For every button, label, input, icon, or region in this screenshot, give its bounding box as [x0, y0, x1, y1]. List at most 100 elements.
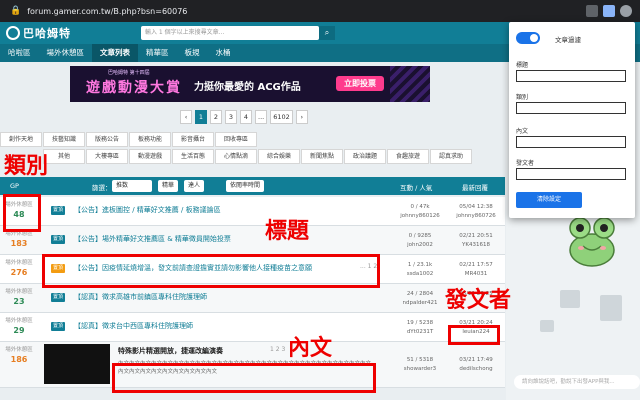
category-button[interactable]: 政治議題: [344, 149, 386, 164]
chat-input[interactable]: 請向誰說話吧，勸說下出發APP與我...: [514, 375, 640, 389]
pinned-badge: 置頂: [51, 322, 66, 331]
filter-button[interactable]: 精華: [158, 180, 179, 192]
page-link[interactable]: 2: [210, 110, 222, 124]
category-button[interactable]: 技藝知識: [43, 132, 85, 147]
pinned-badge: 置頂: [51, 235, 66, 244]
category-button[interactable]: 回收專區: [215, 132, 257, 147]
last-reply[interactable]: 02/21 17:57 MR4031: [452, 261, 500, 279]
profile-icon[interactable]: [620, 5, 632, 17]
prev-page-button[interactable]: ‹: [180, 110, 192, 124]
page-link[interactable]: 4: [240, 110, 252, 124]
category-button[interactable]: 大樓專區: [86, 149, 128, 164]
interact-stat: 51 / 5318 showarder3: [403, 357, 437, 372]
body-filter-input[interactable]: [516, 136, 626, 148]
category-button[interactable]: 其他: [43, 149, 85, 164]
banner-title: 遊戲動漫大賞: [86, 80, 182, 96]
promo-banner[interactable]: 巴哈姆特 第十四屆 遊戲動漫大賞 力挺你最愛的 ACG作品 立即投票: [70, 66, 430, 102]
category-button[interactable]: 綜合娛樂: [258, 149, 300, 164]
blurred-user: [600, 295, 622, 321]
topic-title[interactable]: 【認真】徵求台中西區專科住院護理師: [74, 321, 193, 331]
blurred-user: [540, 320, 554, 332]
nav-item[interactable]: 場外休憩區: [39, 44, 93, 62]
filter-button[interactable]: 依閱率時間: [226, 180, 265, 192]
nav-item[interactable]: 哈啦區: [0, 44, 39, 62]
interact-column-header: 互動 / 人氣: [400, 184, 433, 192]
list-header: GP 篩選： 推数 精華 達人 依閱率時間 互動 / 人氣 最新回覆: [0, 177, 505, 195]
title-filter-input[interactable]: [516, 70, 626, 82]
page-link[interactable]: 6102: [270, 110, 293, 124]
browser-toolbar: 🔒 forum.gamer.com.tw/B.php?bsn=60076: [0, 0, 640, 22]
gp-cell: 場外休憩區 186: [5, 347, 33, 364]
last-reply-column-header: 最新回覆: [462, 184, 488, 192]
page-link[interactable]: 3: [225, 110, 237, 124]
address-bar[interactable]: forum.gamer.com.tw/B.php?bsn=60076: [27, 7, 187, 16]
category-button[interactable]: 認真求助: [430, 149, 472, 164]
vote-button[interactable]: 立即投票: [336, 76, 384, 91]
topic-row[interactable]: 場外休憩區 48 置頂 【公告】進板圖控 / 精華好文推薦 / 板務議論區 0 /…: [0, 197, 505, 226]
topic-row[interactable]: 場外休憩區 183 置頂 【公告】場外精華好文推薦區 & 精華徵員開始投票 0 /…: [0, 226, 505, 255]
category-button[interactable]: 板務功能: [129, 132, 171, 147]
last-reply[interactable]: 02/21 20:51 YK431618: [452, 232, 500, 250]
category-button[interactable]: 新聞焦點: [301, 149, 343, 164]
banner-slogan: 力挺你最愛的 ACG作品: [194, 82, 301, 93]
extension-icon[interactable]: [586, 5, 598, 17]
clear-settings-button[interactable]: 清除設定: [516, 192, 582, 208]
topic-title[interactable]: 【公告】場外精華好文推薦區 & 精華徵員開始投票: [74, 234, 231, 244]
last-reply[interactable]: 05/04 12:38 johnny860726: [452, 203, 500, 221]
topic-page-links[interactable]: 1 2 3: [270, 346, 285, 353]
author-filter-input[interactable]: [516, 168, 626, 180]
field-label: 標題: [516, 62, 529, 69]
nav-item-active[interactable]: 文章列表: [92, 44, 138, 62]
annotation-title-box: [42, 254, 380, 288]
blurred-user: [560, 290, 580, 308]
filter-toggle[interactable]: [516, 32, 540, 44]
extension-icon[interactable]: [603, 5, 615, 17]
gp-cell: 場外休憩區 29: [5, 318, 33, 335]
search-input[interactable]: 輸入 1 個字以上來搜尋文章...: [141, 26, 319, 40]
search-icon[interactable]: ⌕: [319, 26, 335, 40]
toggle-knob: [530, 34, 538, 42]
pinned-badge: 置頂: [51, 206, 66, 215]
field-label: 類別: [516, 94, 529, 101]
topic-row[interactable]: 場外休憩區 23 置頂 【認真】徵求高雄市前鎮區專科住院護理師 24 / 2804…: [0, 284, 505, 313]
category-button[interactable]: 版務公告: [86, 132, 128, 147]
logo-icon: [6, 26, 20, 40]
nav-item[interactable]: 板規: [177, 44, 208, 62]
topic-thumbnail[interactable]: [44, 344, 110, 384]
category-button[interactable]: 影音攝台: [172, 132, 214, 147]
filter-popup: 文章過濾 標題 類別 內文 發文者 清除設定: [509, 22, 635, 218]
page-link[interactable]: 1: [195, 110, 207, 124]
last-reply[interactable]: 03/21 17:49 dedilschong: [452, 356, 500, 374]
nav-item[interactable]: 水桶: [208, 44, 239, 62]
gp-column-header[interactable]: GP: [10, 182, 19, 190]
frog-mascot-icon: [569, 217, 615, 267]
interact-stat: 0 / 9285 john2002: [407, 233, 433, 248]
field-label: 內文: [516, 128, 529, 135]
next-page-button[interactable]: ›: [295, 110, 308, 124]
site-logo[interactable]: 巴哈姆特: [6, 25, 71, 41]
topic-title[interactable]: 【公告】進板圖控 / 精華好文推薦 / 板務議論區: [74, 205, 221, 215]
gp-cell: 場外休憩區 23: [5, 289, 33, 306]
category-button[interactable]: 動漫遊戲: [129, 149, 171, 164]
annotation-author-label: 發文者: [445, 288, 512, 313]
field-label: 發文者: [516, 160, 535, 167]
nav-item[interactable]: 精華區: [138, 44, 177, 62]
pinned-badge: 置頂: [51, 293, 66, 302]
category-button[interactable]: 心情點滴: [215, 149, 257, 164]
annotation-category-box: [3, 194, 41, 232]
category-button[interactable]: 食趣旅遊: [387, 149, 429, 164]
banner-decoration: [390, 66, 430, 102]
topic-row[interactable]: 場外休憩區 29 置頂 【認真】徵求台中西區專科住院護理師 19 / 5238 dY…: [0, 313, 505, 342]
toggle-label: 文章過濾: [555, 36, 581, 44]
banner-subtitle: 巴哈姆特 第十四屆: [108, 70, 150, 76]
sort-select[interactable]: 推数: [112, 180, 152, 192]
topic-title[interactable]: 特殊影片精選開放，捷運改編演奏: [118, 346, 223, 356]
category-button[interactable]: 生活百態: [172, 149, 214, 164]
topic-title[interactable]: 【認真】徵求高雄市前鎮區專科住院護理師: [74, 292, 207, 302]
filter-button[interactable]: 達人: [184, 180, 205, 192]
annotation-category-label: 類別: [4, 154, 49, 179]
annotation-author-box: [448, 325, 500, 345]
category-button[interactable]: 創作天地: [0, 132, 42, 147]
category-filter-input[interactable]: [516, 102, 626, 114]
page-ellipsis: ...: [255, 110, 268, 124]
